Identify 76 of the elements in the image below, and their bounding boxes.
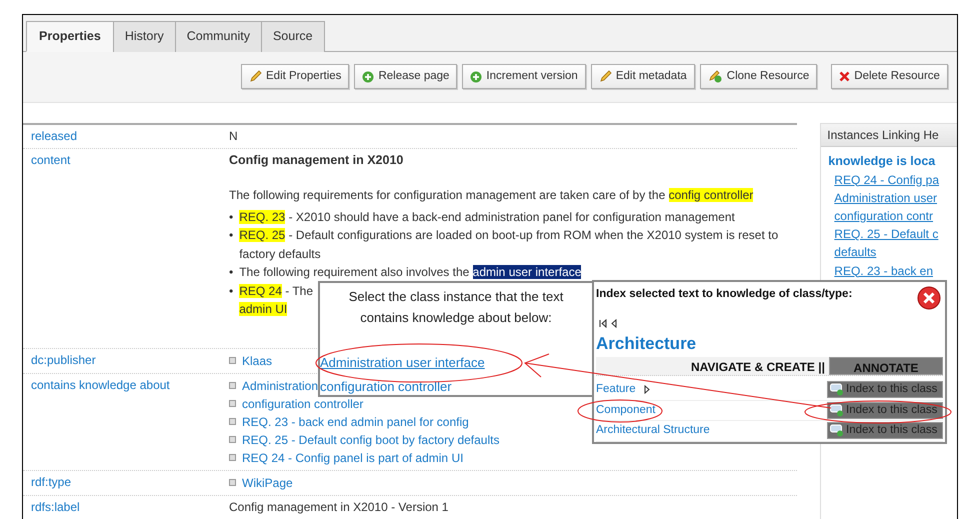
square-bullet-icon [229, 382, 236, 389]
comment-plus-icon [830, 383, 844, 396]
bullet-marker: • [229, 208, 234, 226]
property-value: N [229, 128, 238, 143]
expand-icon[interactable] [644, 385, 650, 394]
property-label: contains knowledge about [30, 376, 171, 394]
plus-icon [362, 70, 374, 83]
property-label: rdfs:label [30, 498, 81, 516]
content-title: Config management in X2010 [229, 152, 404, 169]
pencil-icon [598, 70, 612, 84]
property-link[interactable]: REQ. 25 - Default config boot by factory defaults [242, 432, 500, 447]
square-bullet-icon [229, 400, 236, 407]
comment-plus-icon [830, 404, 844, 417]
class-link[interactable]: Feature [596, 381, 636, 398]
paragraph: The following requirements for configuration management are taken care of by the config controller [229, 186, 754, 204]
index-button[interactable]: Index to this class [827, 381, 943, 398]
property-label: released [30, 128, 78, 145]
property-label: dc:publisher [30, 352, 97, 369]
delete-button[interactable]: Delete Resource [831, 64, 948, 90]
bullet-marker: • [229, 282, 234, 300]
panel-link[interactable]: configuration contr [821, 206, 957, 226]
dialog-title: Index selected text to knowledge of class/type: [596, 287, 852, 302]
dialog-prompt: Select the class instance that the text contains knowledge about below: [348, 288, 564, 327]
panel-link[interactable]: REQ. 23 - back en [821, 262, 957, 280]
square-bullet-icon [229, 356, 236, 364]
toolbar-button[interactable]: Release page [354, 64, 458, 90]
bullet-text: REQ 24 - The admin UI [239, 282, 314, 318]
first-page-icon[interactable] [599, 319, 607, 328]
tab[interactable]: Community [174, 21, 261, 52]
close-icon [839, 71, 850, 82]
panel-heading: knowledge is loca [827, 152, 936, 170]
property-value: Config management in X2010 - Version 1 [229, 500, 448, 514]
property-link[interactable]: REQ. 23 - back end admin panel for config [242, 414, 469, 429]
square-bullet-icon [229, 454, 236, 461]
bullet-marker: • [229, 264, 234, 282]
option-link[interactable]: Administration user interface [320, 353, 592, 372]
class-link[interactable]: Component [596, 402, 656, 419]
index-button[interactable]: Index to this class [827, 402, 943, 419]
plus-icon [470, 70, 482, 83]
panel-link[interactable]: Administration user [821, 188, 957, 207]
pencil-plus-icon [708, 70, 723, 84]
class-link[interactable]: Architectural Structure [596, 422, 710, 440]
bullet-text: The following requirement also involves the admin user interface [239, 264, 582, 282]
property-link[interactable]: Administration [242, 378, 318, 393]
panel-link[interactable]: defaults [821, 243, 957, 262]
property-link[interactable]: Klaas [242, 354, 272, 368]
comment-plus-icon [830, 424, 844, 438]
tab[interactable]: ANNOTATE [829, 357, 943, 375]
square-bullet-icon [229, 418, 236, 425]
property-label: content [30, 152, 72, 169]
panel-link[interactable]: REQ. 25 - Default c [821, 225, 957, 244]
square-bullet-icon [229, 478, 236, 486]
property-label: rdf:type [30, 474, 72, 491]
toolbar-button[interactable]: Edit metadata [590, 64, 695, 90]
bullet-text: REQ. 25 - Default configurations are loaded on boot-up from ROM when the X2010 system is reset to factory defaults [239, 227, 780, 263]
bullet-text: REQ. 23 - X2010 should have a back-end administration panel for configuration management [239, 208, 735, 226]
close-icon[interactable] [917, 286, 941, 310]
tab[interactable]: Source [260, 21, 325, 52]
tab[interactable]: Properties [26, 21, 113, 52]
property-link[interactable]: WikiPage [242, 476, 293, 490]
toolbar-button[interactable]: Increment version [462, 64, 586, 90]
property-link[interactable]: REQ 24 - Config panel is part of admin UI [242, 450, 464, 465]
panel-title: Instances Linking He [821, 124, 957, 147]
property-link[interactable]: configuration controller [242, 396, 364, 411]
square-bullet-icon [229, 436, 236, 443]
toolbar-button[interactable]: Edit Properties [241, 64, 350, 90]
tab[interactable]: NAVIGATE & CREATE || [686, 357, 829, 375]
index-button[interactable]: Index to this class [827, 422, 943, 440]
pencil-icon [249, 70, 262, 84]
class-heading: Architecture [596, 334, 698, 354]
toolbar-button[interactable]: Clone Resource [700, 64, 818, 90]
tab[interactable]: History [112, 21, 175, 52]
back-icon[interactable] [610, 319, 618, 328]
bullet-marker: • [229, 227, 234, 244]
option-link[interactable]: configuration controller [320, 376, 592, 396]
panel-link[interactable]: REQ 24 - Config pa [821, 170, 957, 189]
